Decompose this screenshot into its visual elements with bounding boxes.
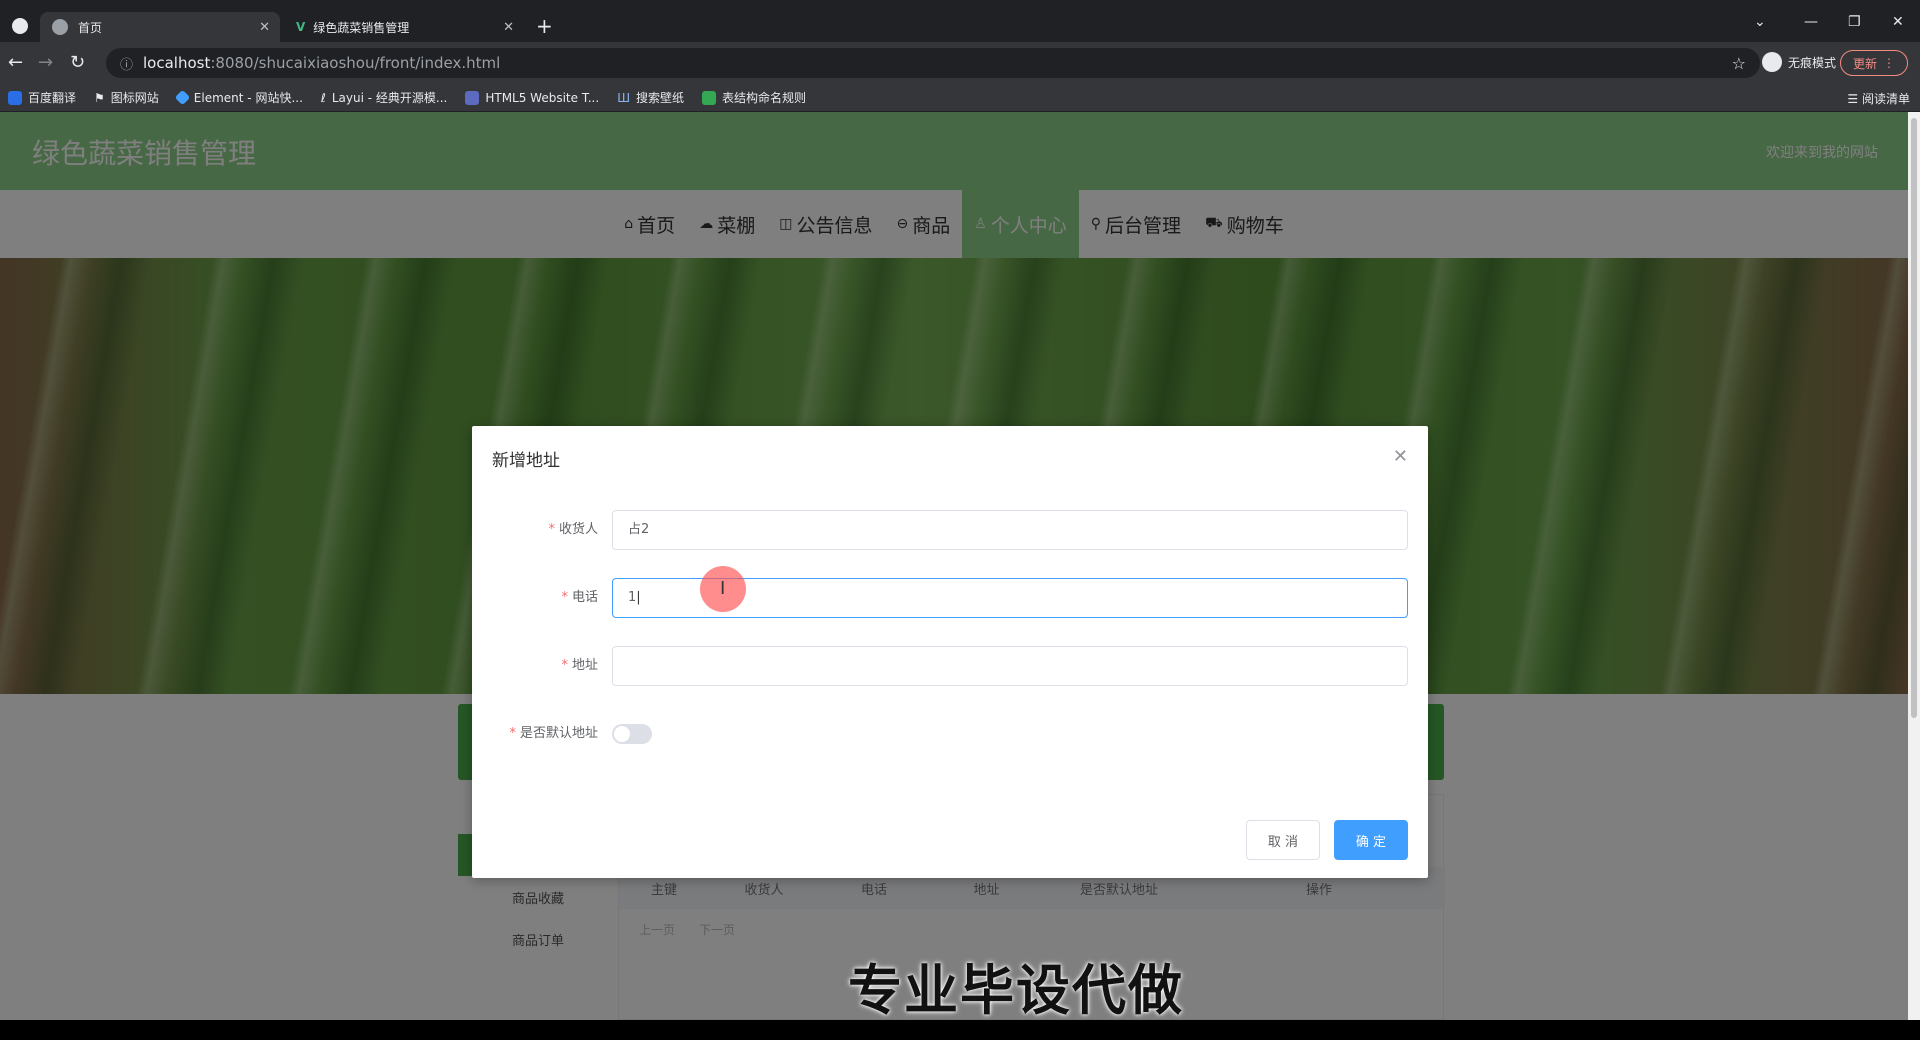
more-icon: ⋮ [1883, 56, 1895, 70]
receiver-label: * 收货人 [548, 510, 598, 550]
close-icon[interactable]: ✕ [503, 20, 514, 35]
browser-menu-icon[interactable] [12, 18, 28, 34]
bookmarks-bar: 百度翻译 ⚑ 图标网站 Element - 网站快... ℓ Layui - 经典开… [0, 84, 1920, 112]
tab-label: 首页 [78, 20, 103, 35]
bookmark-html5[interactable]: HTML5 Website T... [465, 90, 600, 105]
reading-list-button[interactable]: ☰ 阅读清单 [1847, 90, 1910, 107]
tab-home[interactable]: 首页 ✕ [40, 12, 280, 42]
bookmark-icon-site[interactable]: ⚑ 图标网站 [94, 89, 159, 106]
tab-search-icon[interactable]: ⌄ [1754, 14, 1766, 30]
bookmark-element[interactable]: Element - 网站快... [174, 89, 303, 106]
minimize-icon[interactable]: — [1804, 14, 1818, 30]
reload-icon[interactable]: ↻ [70, 52, 85, 73]
flag-icon: ⚑ [94, 90, 105, 105]
reading-list-icon: ☰ [1847, 92, 1862, 106]
screen: 首页 ✕ V 绿色蔬菜销售管理 ✕ + ⌄ — ❐ ✕ ← → ↻ ⓘ loca… [0, 0, 1920, 1040]
restore-icon[interactable]: ❐ [1848, 14, 1861, 30]
star-icon[interactable]: ☆ [1732, 54, 1746, 73]
close-icon[interactable]: ✕ [259, 20, 270, 35]
update-button[interactable]: 更新 ⋮ [1839, 50, 1908, 76]
phone-label-text: 电话 [571, 590, 598, 605]
receiver-input[interactable]: 占2 [612, 510, 1408, 550]
vue-icon: V [296, 20, 306, 34]
browser-tab-bar: 首页 ✕ V 绿色蔬菜销售管理 ✕ + ⌄ — ❐ ✕ [0, 0, 1920, 42]
url-text: localhost:8080/shucaixiaoshou/front/inde… [143, 54, 500, 72]
bookmark-label: HTML5 Website T... [485, 90, 600, 105]
required-mark: * [561, 590, 568, 605]
default-address-switch[interactable] [612, 724, 652, 744]
layui-icon: ℓ [320, 90, 326, 105]
bookmark-label: 百度翻译 [28, 91, 77, 105]
bookmark-label: 搜索壁纸 [636, 91, 685, 105]
watermark-caption: 专业毕设代做 [848, 959, 1184, 1022]
default-address-label: * 是否默认地址 [509, 714, 598, 754]
add-address-dialog: 新增地址 ✕ * 收货人 占2 * 电话 1| * 地址 * 是否默认地址 取 消 确 … [472, 426, 1428, 878]
cancel-button[interactable]: 取 消 [1246, 820, 1320, 860]
url-bar[interactable]: ⓘ localhost:8080/shucaixiaoshou/front/in… [106, 48, 1760, 78]
confirm-button[interactable]: 确 定 [1334, 820, 1408, 860]
required-mark: * [548, 522, 555, 537]
tab-label: 绿色蔬菜销售管理 [313, 20, 410, 35]
scrollbar-thumb[interactable] [1911, 118, 1917, 718]
html5-icon [465, 90, 480, 105]
bookmark-layui[interactable]: ℓ Layui - 经典开源模... [321, 89, 447, 106]
switch-knob [614, 726, 630, 742]
required-mark: * [509, 726, 516, 741]
update-label: 更新 [1852, 56, 1877, 71]
incognito-icon [1761, 52, 1782, 72]
address-row: * 地址 [472, 646, 1428, 686]
default-address-label-text: 是否默认地址 [519, 726, 598, 741]
wallpaper-icon: Ш [617, 90, 631, 105]
tab-admin[interactable]: V 绿色蔬菜销售管理 ✕ [284, 12, 524, 42]
new-tab-button[interactable]: + [536, 14, 553, 38]
phone-row: * 电话 1| [472, 578, 1428, 618]
sheet-icon [702, 90, 717, 105]
bookmark-naming-rules[interactable]: 表结构命名规则 [702, 89, 806, 106]
receiver-row: * 收货人 占2 [472, 510, 1428, 550]
incognito-indicator[interactable]: 无痕模式 [1761, 52, 1836, 72]
incognito-label: 无痕模式 [1787, 55, 1836, 70]
address-label: * 地址 [561, 646, 598, 686]
browser-toolbar: ← → ↻ ⓘ localhost:8080/shucaixiaoshou/fr… [0, 42, 1920, 84]
bookmark-label: Element - 网站快... [193, 91, 303, 105]
address-input[interactable] [612, 646, 1408, 686]
receiver-label-text: 收货人 [558, 522, 598, 537]
forward-icon[interactable]: → [38, 52, 53, 73]
translate-icon [8, 90, 22, 105]
bookmark-label: Layui - 经典开源模... [331, 91, 448, 105]
info-icon: ⓘ [120, 57, 134, 73]
globe-icon [52, 19, 68, 35]
reading-list-label: 阅读清单 [1861, 92, 1910, 106]
back-icon[interactable]: ← [8, 52, 23, 73]
text-cursor-icon: I [720, 578, 726, 599]
window-close-icon[interactable]: ✕ [1892, 14, 1904, 30]
url-path: :8080/shucaixiaoshou/front/index.html [210, 54, 501, 72]
bookmark-wallpaper[interactable]: Ш 搜索壁纸 [617, 89, 684, 106]
bookmark-label: 表结构命名规则 [722, 91, 807, 105]
required-mark: * [561, 658, 568, 673]
element-icon [174, 89, 191, 106]
page-scrollbar[interactable] [1908, 112, 1920, 1020]
bookmark-label: 图标网站 [110, 91, 159, 105]
text-caret: | [636, 590, 641, 605]
bookmark-baidu-translate[interactable]: 百度翻译 [8, 89, 76, 106]
phone-label: * 电话 [561, 578, 598, 618]
address-label-text: 地址 [571, 658, 598, 673]
url-host: localhost [143, 54, 211, 72]
default-address-row: * 是否默认地址 [472, 714, 1428, 754]
close-icon[interactable]: ✕ [1393, 446, 1408, 467]
dialog-title: 新增地址 [492, 451, 560, 471]
